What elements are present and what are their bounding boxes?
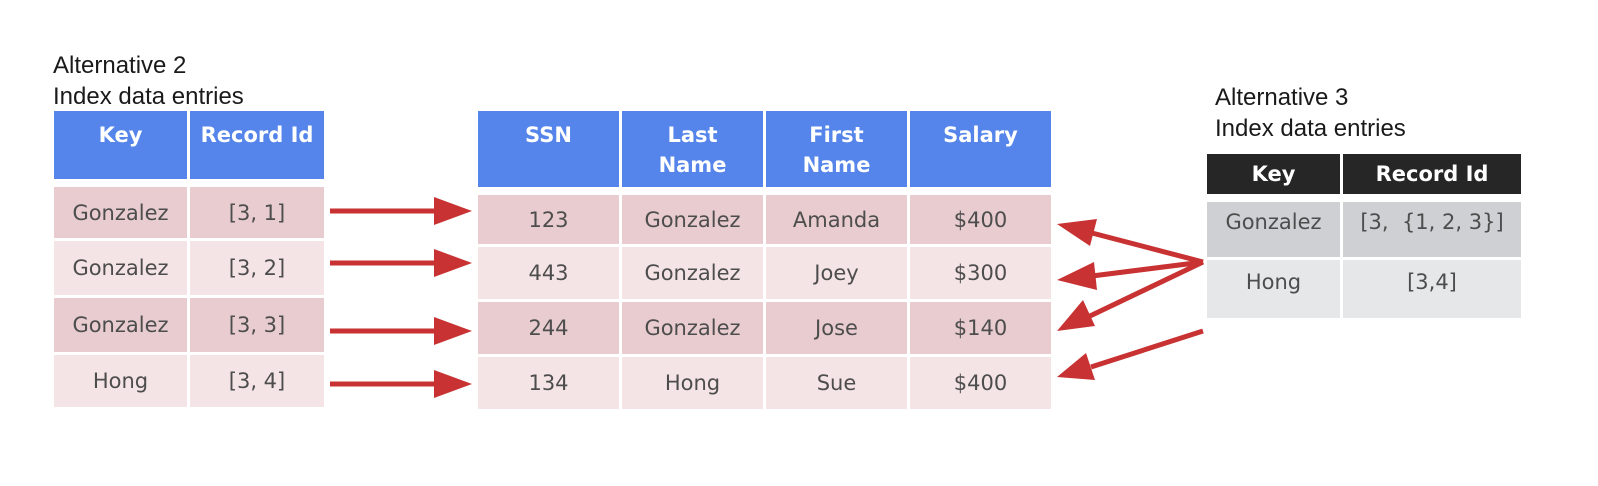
arrow-head-alt2-row3 [434,317,472,345]
pointer-arrows [330,197,1205,398]
arrow-head-alt3-row3 [1057,300,1095,331]
arrow-alt3-gonzalez-to-row1 [1091,230,1204,265]
arrow-head-alt3-row4 [1057,353,1095,380]
arrow-head-alt2-row4 [434,370,472,398]
arrow-head-alt3-row1 [1057,219,1097,246]
arrow-head-alt3-row2 [1057,262,1097,290]
arrow-head-alt2-row1 [434,197,472,225]
arrow-alt3-hong-to-row4 [1090,328,1204,370]
arrow-head-alt2-row2 [434,249,472,277]
